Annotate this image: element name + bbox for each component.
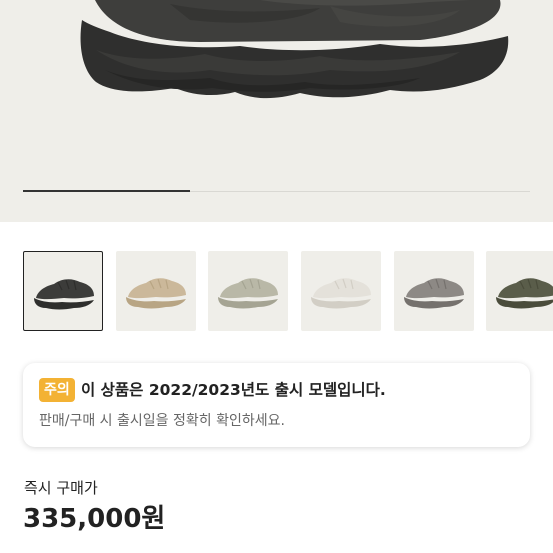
warning-badge: 주의 xyxy=(39,378,75,402)
carousel-progress-fill xyxy=(23,190,191,192)
carousel-progress-track xyxy=(23,190,530,192)
thumbnail-black[interactable] xyxy=(23,251,103,331)
sneaker-thumbnail-image xyxy=(496,278,553,309)
sneaker-thumbnail-image xyxy=(126,278,186,309)
thumbnail-sage[interactable] xyxy=(208,251,288,331)
notice-title: 이 상품은 2022/2023년도 출시 모델입니다. xyxy=(81,381,386,399)
thumbnail-white[interactable] xyxy=(301,251,381,331)
sneaker-thumbnail-image xyxy=(218,278,278,309)
thumbnail-strip[interactable] xyxy=(0,251,553,333)
price-value: 335,000원 xyxy=(23,504,166,534)
thumbnail-grey[interactable] xyxy=(394,251,474,331)
product-image xyxy=(80,0,509,99)
thumbnail-olive[interactable] xyxy=(486,251,553,331)
price-label: 즉시 구매가 xyxy=(24,479,98,497)
release-notice: 주의 이 상품은 2022/2023년도 출시 모델입니다. 판매/구매 시 출… xyxy=(23,363,530,447)
sneaker-thumbnail-image xyxy=(404,278,464,309)
notice-description: 판매/구매 시 출시일을 정확히 확인하세요. xyxy=(39,413,285,429)
product-image-carousel[interactable] xyxy=(0,0,553,222)
sneaker-thumbnail-image xyxy=(311,278,371,309)
thumbnail-taupe[interactable] xyxy=(116,251,196,331)
sneaker-thumbnail-image xyxy=(34,279,94,310)
